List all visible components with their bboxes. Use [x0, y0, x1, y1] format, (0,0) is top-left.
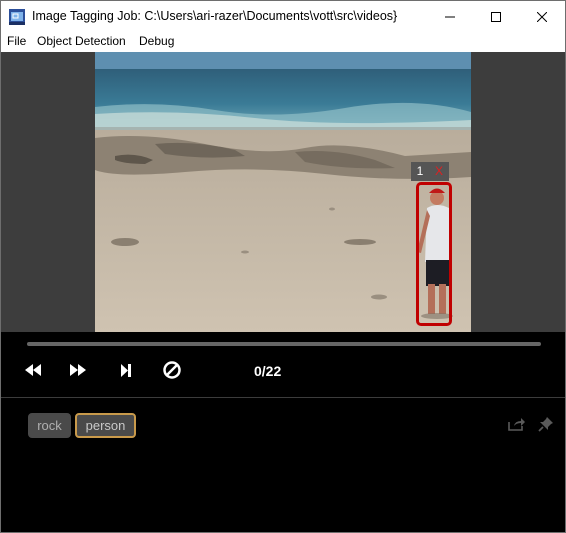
tag-person[interactable]: person — [75, 413, 136, 438]
minimize-icon[interactable] — [427, 1, 473, 32]
title-bar[interactable]: Image Tagging Job: C:\Users\ari-razer\Do… — [1, 1, 565, 32]
player-controls: 0/22 — [1, 332, 565, 398]
video-viewer: 1 X — [1, 52, 565, 332]
step-forward-icon[interactable] — [115, 360, 137, 380]
export-icon[interactable] — [507, 415, 527, 433]
menu-file[interactable]: File — [7, 34, 26, 48]
beach-scene-image — [95, 52, 471, 332]
window-title: Image Tagging Job: C:\Users\ari-razer\Do… — [32, 9, 398, 23]
video-frame[interactable] — [95, 52, 471, 332]
menu-object-detection[interactable]: Object Detection — [37, 34, 126, 48]
bounding-box-region[interactable] — [416, 182, 452, 326]
fast-forward-icon[interactable] — [67, 360, 89, 380]
clear-icon[interactable] — [161, 360, 183, 380]
vott-app-icon — [9, 9, 25, 25]
close-icon[interactable] — [519, 1, 565, 32]
menu-debug[interactable]: Debug — [139, 34, 174, 48]
tags-panel: rock person — [1, 398, 565, 532]
playback-progress-bar[interactable] — [27, 342, 541, 346]
app-window: Image Tagging Job: C:\Users\ari-razer\Do… — [0, 0, 566, 533]
maximize-icon[interactable] — [473, 1, 519, 32]
frame-counter: 0/22 — [254, 363, 282, 379]
region-tag: 1 X — [411, 162, 449, 181]
rewind-icon[interactable] — [22, 360, 44, 380]
tag-rock[interactable]: rock — [28, 413, 71, 438]
menu-bar: File Object Detection Debug — [1, 32, 565, 52]
region-id-label: 1 — [411, 162, 429, 181]
region-delete-button[interactable]: X — [429, 162, 449, 181]
pin-icon[interactable] — [536, 415, 556, 433]
